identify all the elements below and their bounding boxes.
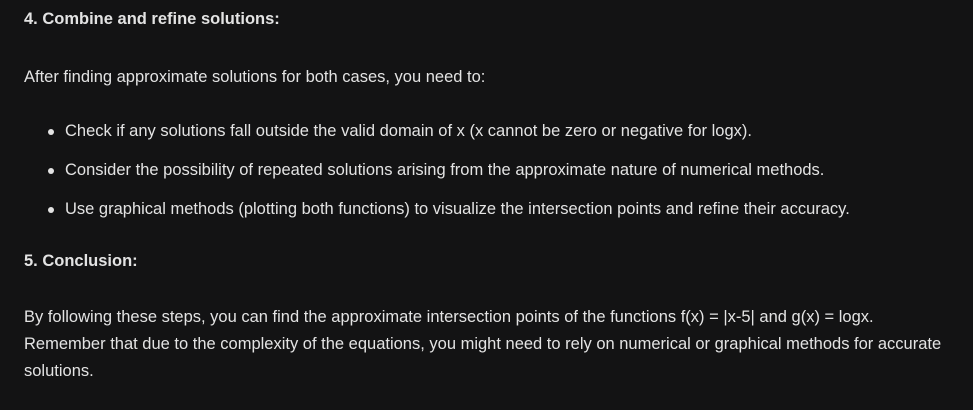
section-4-bullet-list: Check if any solutions fall outside the …: [24, 118, 850, 235]
list-item-text: Check if any solutions fall outside the …: [65, 122, 752, 140]
list-item-text: Use graphical methods (plotting both fun…: [65, 200, 850, 218]
bullet-dot-icon: [48, 168, 54, 174]
section-4-heading: 4. Combine and refine solutions:: [24, 10, 280, 28]
list-item: Check if any solutions fall outside the …: [24, 118, 850, 157]
bullet-dot-icon: [48, 129, 54, 135]
section-5-paragraph: By following these steps, you can find t…: [24, 308, 942, 380]
list-item: Use graphical methods (plotting both fun…: [24, 196, 850, 235]
section-4-intro: After finding approximate solutions for …: [24, 68, 486, 86]
list-item-text: Consider the possibility of repeated sol…: [65, 161, 825, 179]
section-5-heading: 5. Conclusion:: [24, 252, 138, 270]
bullet-dot-icon: [48, 207, 54, 213]
list-item: Consider the possibility of repeated sol…: [24, 157, 850, 196]
